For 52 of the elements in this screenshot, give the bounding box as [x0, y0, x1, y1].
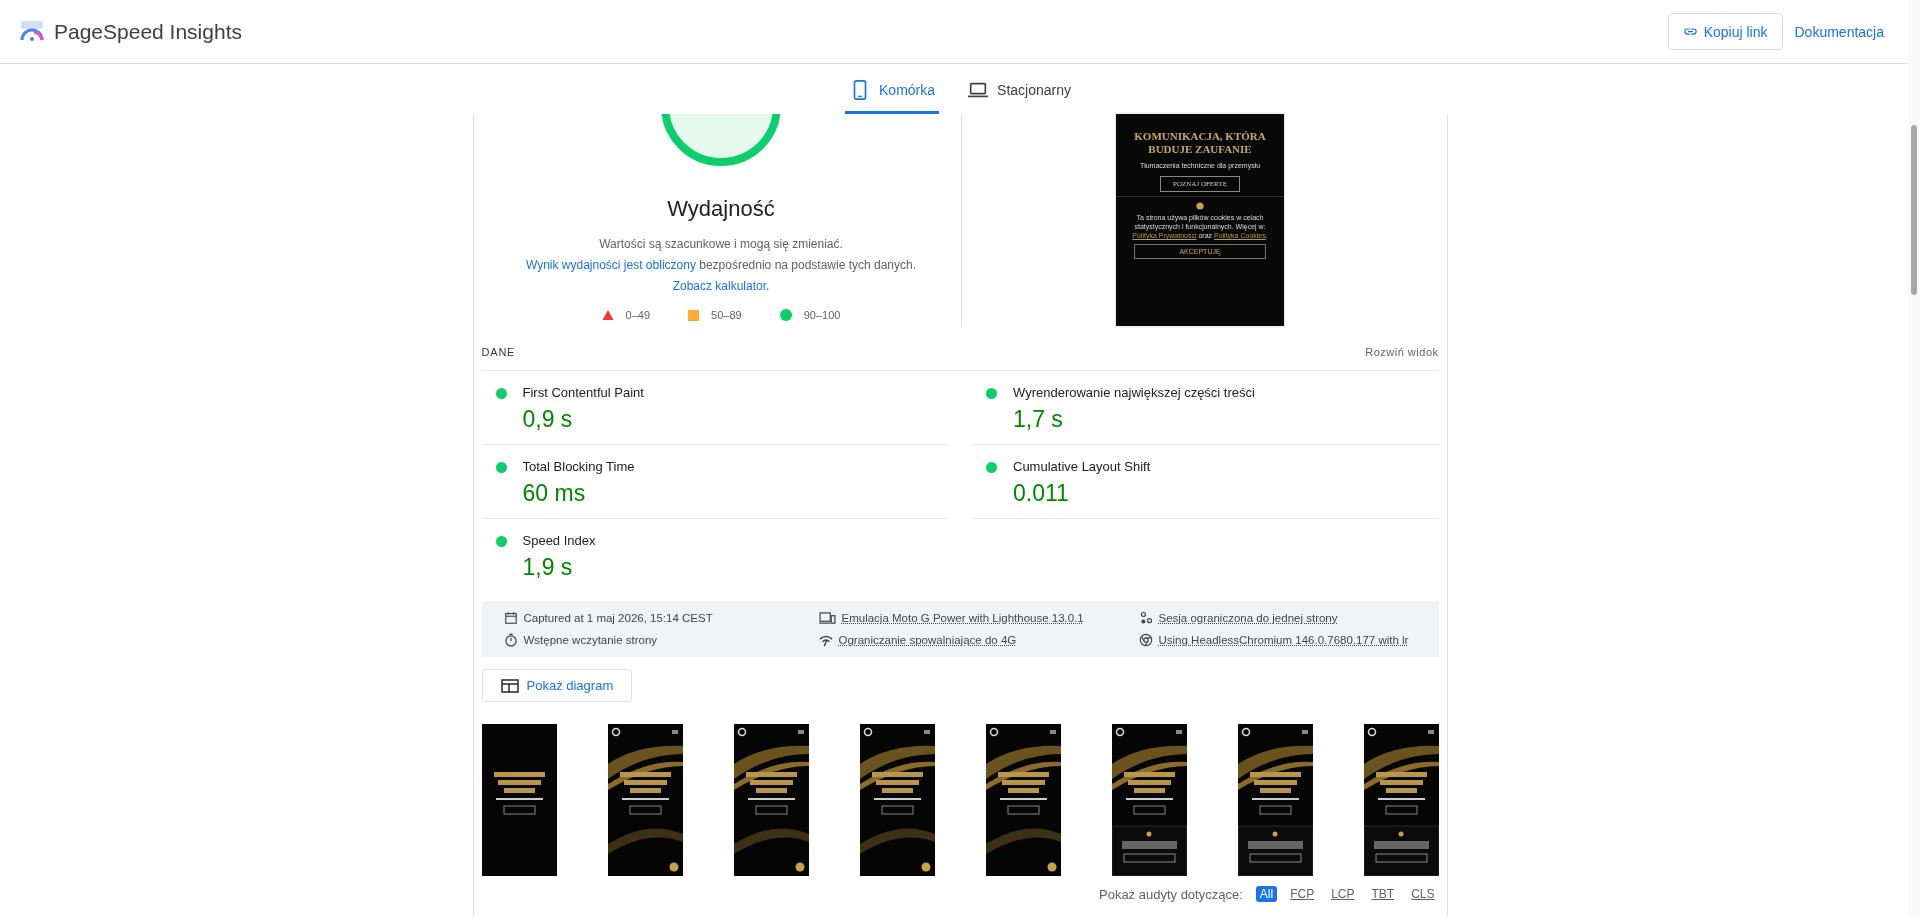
metric-label: Wyrenderowanie największej części treści — [1013, 385, 1255, 400]
metric-label: Cumulative Layout Shift — [1013, 459, 1151, 474]
section-title: DANE — [481, 346, 516, 358]
category-title: Wydajność — [667, 196, 775, 222]
audit-filter-chip[interactable]: TBT — [1367, 886, 1399, 902]
browser-icon — [1138, 633, 1153, 647]
status-dot — [495, 536, 507, 547]
expand-view-link[interactable]: Rozwiń widok — [1365, 346, 1439, 358]
status-dot — [495, 462, 507, 473]
audit-filter-chip[interactable]: All — [1255, 886, 1278, 902]
status-dot — [986, 388, 997, 399]
calendar-icon — [503, 611, 518, 625]
info-link[interactable]: Emulacja Moto G Power with Lighthouse 13.0.1 — [841, 612, 1084, 624]
cookie-icon — [1196, 202, 1204, 210]
status-dot — [986, 462, 997, 473]
audit-filter-chip[interactable]: CLS — [1407, 886, 1439, 902]
copy-link-button[interactable]: Kopiuj link — [1667, 13, 1783, 50]
metric-value: 0.011 — [1013, 480, 1070, 507]
dots-icon — [1138, 611, 1153, 625]
info-link[interactable]: Sesja ograniczona do jednej strony — [1158, 612, 1338, 624]
metric-value: 1,9 s — [522, 554, 574, 581]
screenshot-headline: KOMUNIKACJA, KTÓRA BUDUJE ZAUFANIE — [1133, 130, 1267, 156]
audit-filter-chip[interactable]: FCP — [1286, 886, 1319, 902]
info-link[interactable]: Using HeadlessChromium 146.0.7680.177 with lr — [1158, 634, 1409, 646]
note-link[interactable]: Zobacz kalkulator — [672, 279, 766, 293]
legend-label: 0–49 — [625, 309, 651, 321]
metric-label: Speed Index — [522, 533, 596, 548]
docs-link[interactable]: Dokumentacja — [1790, 15, 1888, 48]
legend-label: 90–100 — [803, 309, 841, 321]
device-tab[interactable]: Stacjonarny — [963, 64, 1075, 114]
note-link[interactable]: Wynik wydajności jest obliczony — [525, 258, 696, 272]
device-tab[interactable]: Komórka — [845, 64, 940, 114]
status-dot — [495, 388, 507, 399]
info-text: Captured at 1 maj 2026, 15:14 CEST — [523, 612, 713, 624]
layout-icon — [500, 678, 519, 693]
metric-value: 0,9 s — [522, 406, 574, 433]
info-text: Wstępne wczytanie strony — [523, 634, 658, 646]
app-title: PageSpeed Insights — [54, 19, 242, 44]
legend-label: 50–89 — [711, 309, 742, 321]
score-note: Wartości są szacunkowe i mogą się zmieniać. Wynik wydajności jest obliczony bezpośrednio na podstawie tych danych. Zobacz kalkulator. — [524, 236, 918, 295]
show-diagram-button[interactable]: Pokaż diagram — [481, 669, 633, 702]
metric-label: Total Blocking Time — [522, 459, 635, 474]
timer-icon — [503, 633, 518, 647]
metric-value: 1,7 s — [1013, 406, 1064, 433]
signal-icon — [818, 633, 833, 647]
metric-value: 60 ms — [522, 480, 587, 507]
audits-filter-label: Pokaż audyty dotyczące: — [1099, 886, 1243, 902]
info-link[interactable]: Ograniczanie spowalniające do 4G — [838, 634, 1017, 646]
metric-label: First Contentful Paint — [522, 385, 644, 400]
devices-icon — [818, 611, 836, 625]
logo-icon — [20, 19, 44, 44]
audit-filter-chip[interactable]: LCP — [1327, 886, 1359, 902]
